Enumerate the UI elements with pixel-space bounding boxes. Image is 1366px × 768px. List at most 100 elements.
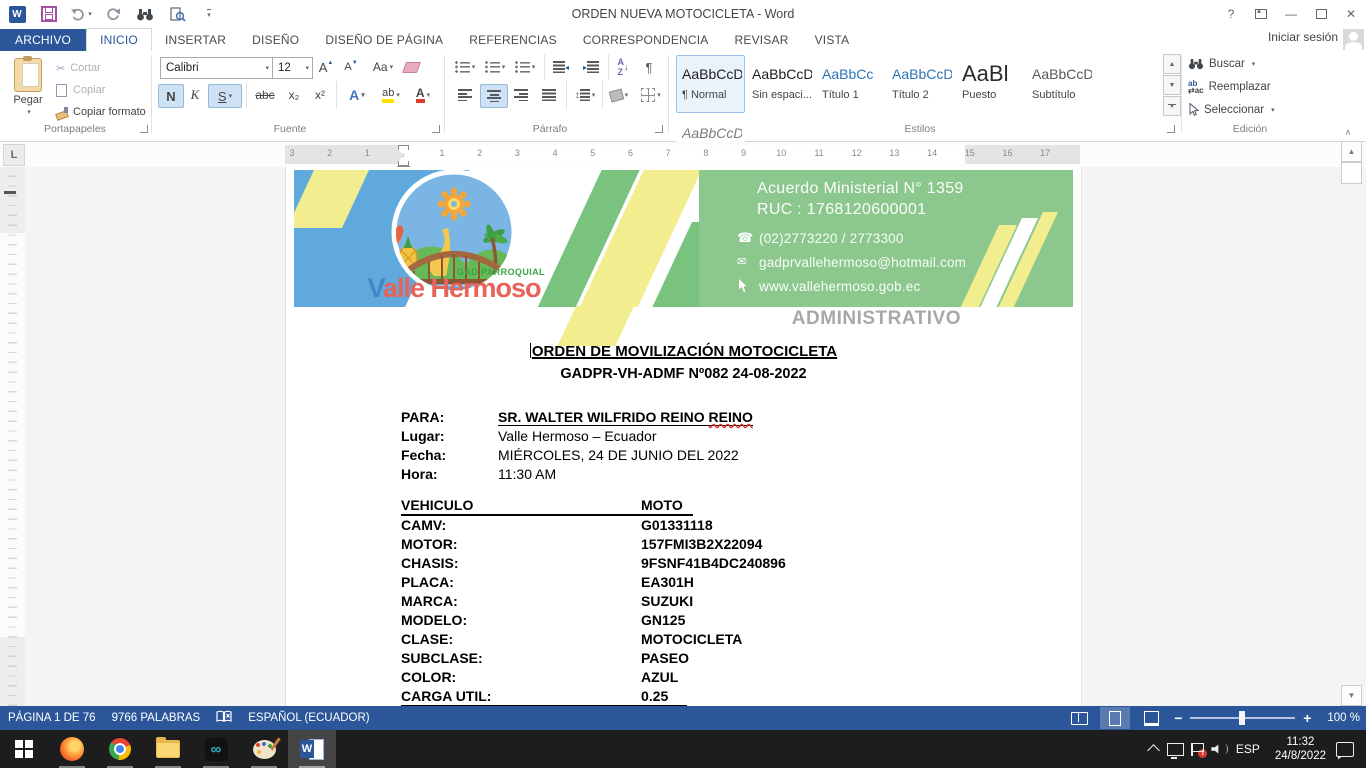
shading-button[interactable]: ▾	[604, 84, 634, 106]
font-size-combo[interactable]: 12▾	[272, 57, 313, 79]
select-button[interactable]: Seleccionar▾	[1188, 103, 1275, 116]
tab-insertar[interactable]: INSERTAR	[152, 29, 239, 51]
read-mode-button[interactable]	[1064, 707, 1094, 729]
paragraph-dialog-launcher[interactable]	[655, 125, 663, 133]
security-tray-button[interactable]: !	[1187, 730, 1209, 768]
print-layout-button[interactable]	[1100, 707, 1130, 729]
font-family-dropdown-icon[interactable]: ▾	[265, 64, 269, 72]
grow-font-button[interactable]: A▲	[314, 56, 338, 78]
styles-dialog-launcher[interactable]	[1167, 125, 1175, 133]
styles-scroll-up-button[interactable]: ▲	[1163, 54, 1181, 74]
taskbar-file-explorer-button[interactable]	[144, 730, 192, 768]
copy-button[interactable]: Copiar	[56, 79, 105, 101]
paste-button[interactable]: Pegar ▾	[6, 55, 50, 119]
find-button[interactable]: Buscar▾	[1188, 57, 1255, 70]
cut-button[interactable]: ✂Cortar	[56, 57, 101, 79]
zoom-slider-thumb[interactable]	[1239, 711, 1245, 725]
numbering-button[interactable]: ▾	[482, 56, 508, 78]
borders-button[interactable]: ▾	[636, 84, 666, 106]
styles-scroll-down-button[interactable]: ▼	[1163, 75, 1181, 95]
numbering-dropdown-icon[interactable]: ▾	[502, 63, 506, 71]
scroll-down-button[interactable]: ▼	[1341, 685, 1362, 706]
underline-button[interactable]: S▾	[208, 84, 242, 108]
change-case-button[interactable]: Aa▾	[368, 56, 398, 78]
zoom-out-button[interactable]: −	[1172, 710, 1184, 726]
tab-inicio[interactable]: INICIO	[86, 28, 152, 52]
taskbar-paint-button[interactable]	[240, 730, 288, 768]
align-center-button[interactable]	[480, 84, 508, 108]
replace-button[interactable]: ab⇄ac Reemplazar	[1188, 80, 1271, 94]
page-count[interactable]: PÁGINA 1 DE 76	[8, 712, 96, 724]
document-page[interactable]: Acuerdo Ministerial N° 1359 RUC : 176812…	[285, 167, 1082, 706]
tab-correspondencia[interactable]: CORRESPONDENCIA	[570, 29, 722, 51]
clock[interactable]: 11:32 24/8/2022	[1265, 735, 1336, 763]
tab-archivo[interactable]: ARCHIVO	[0, 29, 86, 51]
clipboard-dialog-launcher[interactable]	[140, 125, 148, 133]
web-layout-button[interactable]	[1136, 707, 1166, 729]
taskbar-word-button[interactable]: W	[288, 730, 336, 768]
text-effects-dropdown-icon[interactable]: ▾	[361, 91, 365, 99]
tab-dise-o-de-p-gina[interactable]: DISEÑO DE PÁGINA	[312, 29, 456, 51]
style-subt-tulo[interactable]: AaBbCcDSubtítulo	[1026, 55, 1095, 113]
restore-button[interactable]	[1306, 0, 1336, 28]
style-puesto[interactable]: AaBlPuesto	[956, 55, 1025, 113]
start-button[interactable]	[0, 730, 48, 768]
style-sin-espaci-[interactable]: AaBbCcDcSin espaci...	[746, 55, 815, 113]
keyboard-language-button[interactable]: ESP	[1231, 730, 1265, 768]
taskbar-firefox-button[interactable]	[48, 730, 96, 768]
show-marks-button[interactable]: ¶	[638, 56, 660, 78]
underline-dropdown-icon[interactable]: ▾	[229, 92, 233, 100]
help-button[interactable]: ?	[1216, 0, 1246, 28]
highlight-button[interactable]: ab▾	[374, 84, 408, 106]
volume-tray-button[interactable]	[1209, 730, 1231, 768]
font-size-dropdown-icon[interactable]: ▾	[305, 64, 309, 72]
line-spacing-button[interactable]: ↕▾	[570, 84, 600, 106]
avatar[interactable]	[1343, 29, 1364, 50]
italic-button[interactable]: K	[184, 84, 206, 106]
tab-dise-o[interactable]: DISEÑO	[239, 29, 312, 51]
decrease-indent-button[interactable]: ◂	[548, 56, 574, 78]
highlight-dropdown-icon[interactable]: ▾	[396, 91, 400, 99]
select-dropdown-icon[interactable]: ▾	[1271, 106, 1275, 114]
multilevel-dropdown-icon[interactable]: ▾	[532, 63, 536, 71]
tab-vista[interactable]: VISTA	[802, 29, 863, 51]
zoom-in-button[interactable]: +	[1301, 710, 1313, 726]
bullets-dropdown-icon[interactable]: ▾	[472, 63, 476, 71]
close-button[interactable]: ✕	[1336, 0, 1366, 28]
strikethrough-button[interactable]: abc	[250, 84, 280, 106]
zoom-percent[interactable]: 100 %	[1327, 712, 1360, 724]
line-spacing-dropdown-icon[interactable]: ▾	[592, 91, 596, 99]
align-right-button[interactable]	[508, 84, 534, 106]
shrink-font-button[interactable]: A▼	[340, 56, 362, 78]
align-left-button[interactable]	[452, 84, 478, 106]
tab-referencias[interactable]: REFERENCIAS	[456, 29, 570, 51]
scrollbar-thumb[interactable]	[1341, 162, 1362, 184]
text-effects-button[interactable]: A▾	[342, 84, 372, 106]
tab-stop-selector[interactable]: L	[3, 144, 25, 166]
font-color-button[interactable]: A▾	[408, 84, 438, 106]
sort-button[interactable]: AZ↓	[610, 56, 636, 78]
taskbar-webex-button[interactable]: ∞	[192, 730, 240, 768]
increase-indent-button[interactable]: ▸	[578, 56, 604, 78]
style-t-tulo-1[interactable]: AaBbCcTítulo 1	[816, 55, 885, 113]
borders-dropdown-icon[interactable]: ▾	[657, 91, 661, 99]
action-center-button[interactable]	[1336, 742, 1354, 757]
font-family-combo[interactable]: Calibri▾	[160, 57, 273, 79]
taskbar-chrome-button[interactable]	[96, 730, 144, 768]
tray-expand-button[interactable]	[1143, 730, 1165, 768]
subscript-button[interactable]: x₂	[282, 84, 306, 106]
font-color-dropdown-icon[interactable]: ▾	[427, 91, 431, 99]
style--normal[interactable]: AaBbCcDc¶ Normal	[676, 55, 745, 113]
vertical-scrollbar[interactable]: ▲ ▼	[1341, 141, 1361, 706]
bullets-button[interactable]: ▾	[452, 56, 478, 78]
collapse-ribbon-button[interactable]: ∧	[1338, 121, 1358, 143]
styles-more-button[interactable]: ▼	[1163, 96, 1181, 116]
bold-button[interactable]: N	[158, 84, 184, 108]
multilevel-list-button[interactable]: ▾	[512, 56, 538, 78]
shading-dropdown-icon[interactable]: ▾	[625, 91, 629, 99]
tab-revisar[interactable]: REVISAR	[722, 29, 802, 51]
language-indicator[interactable]: ESPAÑOL (ECUADOR)	[248, 712, 369, 724]
network-tray-button[interactable]	[1165, 730, 1187, 768]
scroll-up-button[interactable]: ▲	[1341, 141, 1362, 162]
justify-button[interactable]	[536, 84, 562, 106]
